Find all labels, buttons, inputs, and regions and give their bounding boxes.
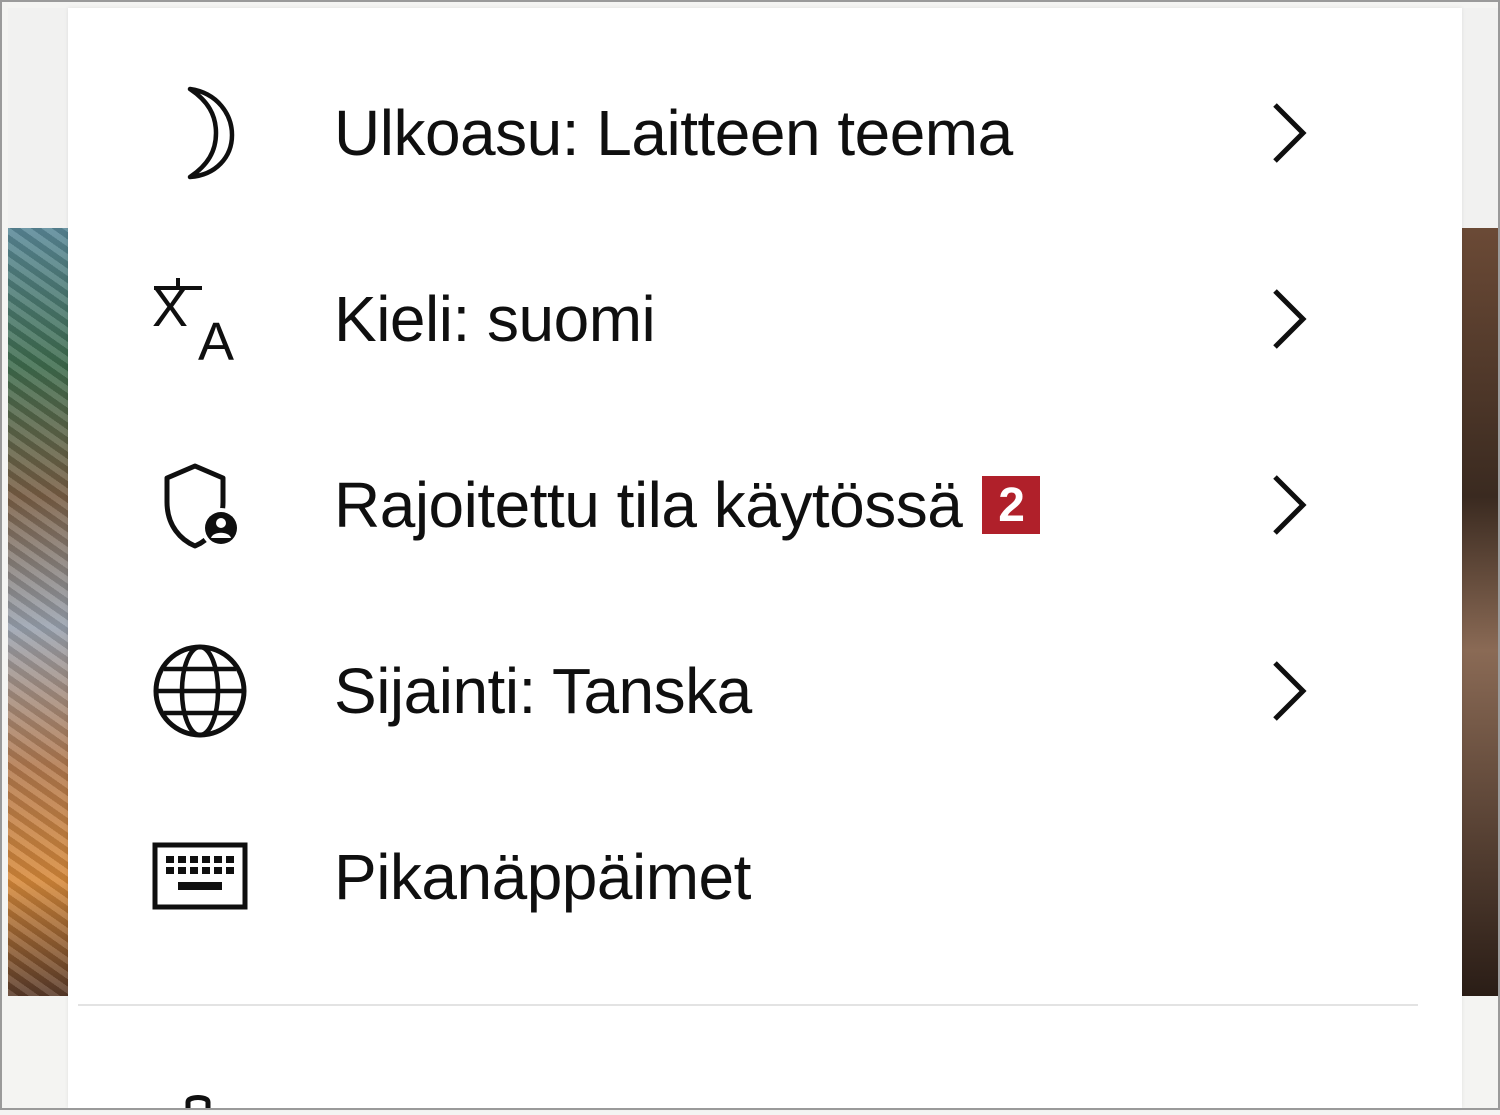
menu-item-label: Kieli: suomi	[334, 283, 656, 355]
menu-divider	[78, 1004, 1418, 1006]
background-thumbnail-left	[8, 228, 68, 996]
menu-item-location[interactable]: Sijainti: Tanska	[68, 598, 1462, 784]
background-thumbnail-right	[1462, 228, 1498, 996]
settings-menu: Ulkoasu: Laitteen teema X A Kieli: suomi	[68, 8, 1462, 1110]
chevron-right-icon	[1264, 284, 1314, 354]
chevron-right-icon	[1264, 98, 1314, 168]
svg-text:A: A	[198, 312, 234, 364]
menu-item-restricted-mode[interactable]: Rajoitettu tila käytössä 2	[68, 412, 1462, 598]
chevron-right-icon	[1264, 656, 1314, 726]
background-page	[1462, 8, 1498, 228]
menu-item-label: Pikanäppäimet	[334, 841, 751, 913]
shield-user-icon	[150, 455, 250, 555]
translate-icon: X A	[150, 269, 250, 369]
moon-icon	[150, 83, 250, 183]
menu-item-label-wrap: Rajoitettu tila käytössä 2	[334, 468, 1041, 542]
background-page	[8, 8, 68, 228]
menu-item-keyboard-shortcuts[interactable]: Pikanäppäimet	[68, 784, 1462, 970]
globe-icon	[150, 641, 250, 741]
annotation-badge: 2	[982, 476, 1041, 534]
menu-item-label: Rajoitettu tila käytössä	[334, 469, 963, 541]
menu-item-label: Sijainti: Tanska	[334, 655, 752, 727]
partial-icon	[180, 1092, 220, 1110]
menu-item-language[interactable]: X A Kieli: suomi	[68, 226, 1462, 412]
menu-item-appearance[interactable]: Ulkoasu: Laitteen teema	[68, 40, 1462, 226]
menu-item-label: Ulkoasu: Laitteen teema	[334, 97, 1013, 169]
keyboard-icon	[150, 827, 250, 927]
chevron-right-icon	[1264, 470, 1314, 540]
